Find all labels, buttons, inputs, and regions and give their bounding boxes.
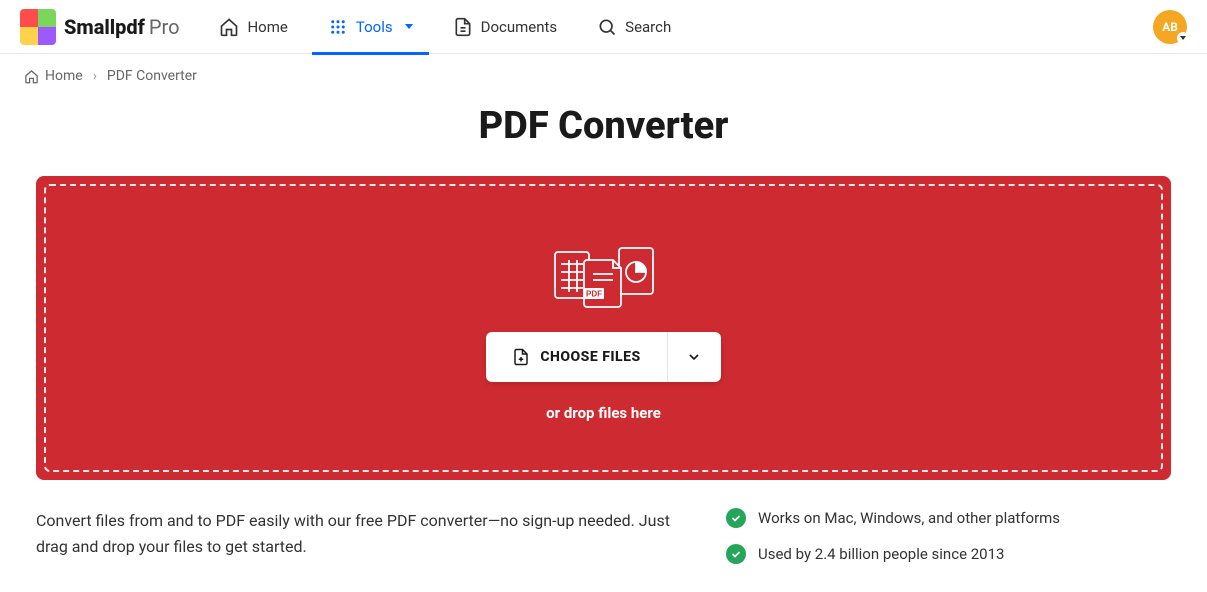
choose-files-label: CHOOSE FILES <box>540 349 640 365</box>
svg-text:PDF: PDF <box>586 290 602 299</box>
chevron-right-icon: › <box>93 68 97 84</box>
choose-files-dropdown[interactable] <box>667 332 721 382</box>
file-dropzone[interactable]: PDF CHOOSE FILES or drop files here <box>36 176 1171 480</box>
home-icon <box>24 69 39 84</box>
breadcrumb: Home › PDF Converter <box>0 54 1207 98</box>
file-plus-icon <box>512 348 530 366</box>
nav-home-label: Home <box>247 18 287 36</box>
nav-tools[interactable]: Tools <box>312 0 429 54</box>
choose-files-group: CHOOSE FILES <box>486 332 720 382</box>
check-icon <box>726 508 746 528</box>
info-section: Convert files from and to PDF easily wit… <box>0 480 1207 592</box>
nav-documents[interactable]: Documents <box>437 0 574 54</box>
features-list: Works on Mac, Windows, and other platfor… <box>726 508 1086 580</box>
chevron-down-icon <box>686 349 702 365</box>
feature-text: Used by 2.4 billion people since 2013 <box>758 545 1004 563</box>
home-icon <box>219 17 239 37</box>
choose-files-button[interactable]: CHOOSE FILES <box>486 332 666 382</box>
chevron-down-icon <box>1177 32 1189 44</box>
brand-logo[interactable]: SmallpdfPro <box>20 9 179 45</box>
nav-items: Home Tools Documents Search <box>203 0 687 54</box>
nav-search[interactable]: Search <box>581 0 687 54</box>
feature-item: Works on Mac, Windows, and other platfor… <box>726 508 1086 528</box>
files-illustration-icon: PDF <box>549 242 659 312</box>
nav-search-label: Search <box>625 18 671 36</box>
logo-icon <box>20 9 56 45</box>
breadcrumb-current: PDF Converter <box>107 68 197 84</box>
document-icon <box>453 17 473 37</box>
feature-text: Works on Mac, Windows, and other platfor… <box>758 509 1060 527</box>
dropzone-inner: PDF CHOOSE FILES or drop files here <box>44 184 1163 472</box>
nav-home[interactable]: Home <box>203 0 303 54</box>
check-icon <box>726 544 746 564</box>
grid-icon <box>328 17 348 37</box>
search-icon <box>597 17 617 37</box>
nav-documents-label: Documents <box>481 18 558 36</box>
page-title: PDF Converter <box>0 104 1207 148</box>
chevron-down-icon <box>405 24 413 29</box>
top-navbar: SmallpdfPro Home Tools Documents <box>0 0 1207 54</box>
user-menu[interactable]: AB <box>1153 10 1187 44</box>
breadcrumb-home[interactable]: Home <box>24 68 83 84</box>
description: Convert files from and to PDF easily wit… <box>36 508 686 580</box>
nav-tools-label: Tools <box>356 18 393 36</box>
brand-name: SmallpdfPro <box>64 15 179 39</box>
feature-item: Used by 2.4 billion people since 2013 <box>726 544 1086 564</box>
drop-hint: or drop files here <box>546 404 661 422</box>
